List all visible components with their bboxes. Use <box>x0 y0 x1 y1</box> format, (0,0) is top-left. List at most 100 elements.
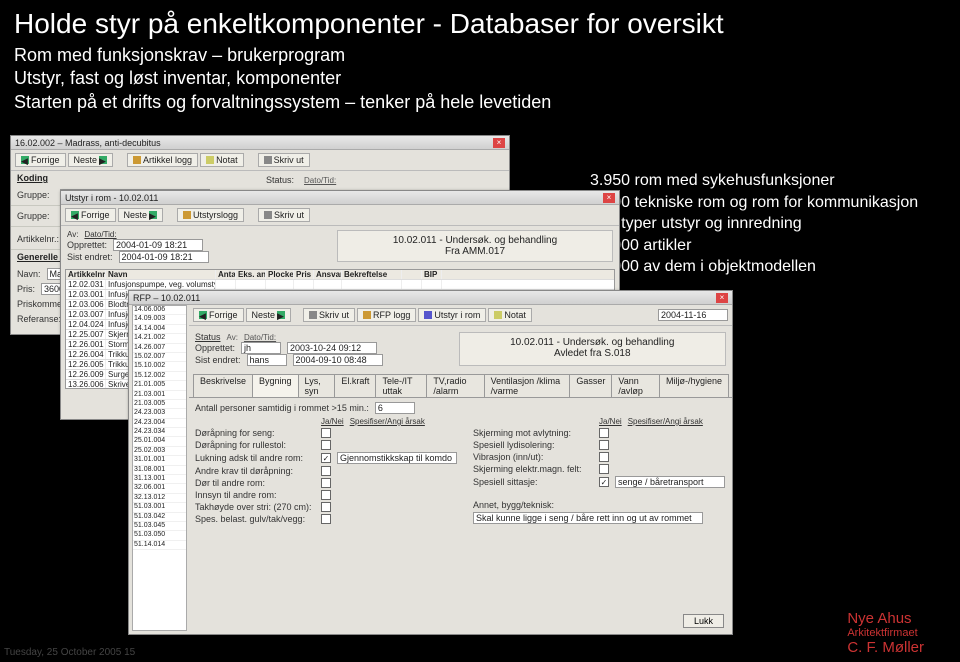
list-item[interactable]: 15.02.007 <box>133 353 186 362</box>
tab-elkraft[interactable]: El.kraft <box>334 374 376 397</box>
list-item[interactable]: 14.14.004 <box>133 325 186 334</box>
tab-gasser[interactable]: Gasser <box>569 374 612 397</box>
tab-tele[interactable]: Tele-/IT uttak <box>375 374 427 397</box>
print-button[interactable]: Skriv ut <box>258 153 310 167</box>
list-item[interactable]: 51.03.050 <box>133 531 186 540</box>
list-item[interactable]: 32.13.012 <box>133 494 186 503</box>
list-item[interactable]: 51.14.014 <box>133 541 186 550</box>
tab-vann[interactable]: Vann /avløp <box>611 374 660 397</box>
field-q5-spec[interactable]: senge / båretransport <box>615 476 725 488</box>
list-item[interactable]: 51.03.001 <box>133 503 186 512</box>
footer-branding: Nye Ahus Arkitektfirmaet C. F. Møller <box>847 611 924 656</box>
list-item[interactable]: 21.03.005 <box>133 400 186 409</box>
checkbox-q1[interactable] <box>599 428 609 438</box>
list-item[interactable]: 14.26.007 <box>133 344 186 353</box>
list-item[interactable]: 21.03.001 <box>133 391 186 400</box>
list-item[interactable]: 14.06.006 <box>133 306 186 315</box>
field-r3-spec[interactable]: Gjennomstikkskap til komdo <box>337 452 457 464</box>
list-item[interactable]: 31.08.001 <box>133 466 186 475</box>
table-row[interactable]: 12.02.031Infusjonspumpe, veg. volumstyrt <box>66 280 614 290</box>
list-item[interactable]: 51.03.045 <box>133 522 186 531</box>
label-referanse: Referanse: <box>17 314 61 324</box>
field-sist[interactable]: 2004-01-09 18:21 <box>119 251 209 263</box>
tab-bygning[interactable]: Bygning <box>252 374 299 397</box>
label-r5: Dør til andre rom: <box>195 478 315 488</box>
close-icon[interactable]: × <box>716 293 728 303</box>
label-r7: Takhøyde over stri: (270 cm): <box>195 502 315 512</box>
list-item[interactable]: 14.21.002 <box>133 334 186 343</box>
arrow-left-icon: ◀ <box>21 156 29 164</box>
checkbox-q3[interactable] <box>599 452 609 462</box>
checkbox-q2[interactable] <box>599 440 609 450</box>
label-artikkelnr: Artikkelnr.: <box>17 234 59 244</box>
tab-lys[interactable]: Lys, syn <box>298 374 336 397</box>
close-icon[interactable]: × <box>493 138 505 148</box>
notat-button[interactable]: Notat <box>488 308 532 322</box>
list-item[interactable]: 15.12.002 <box>133 372 186 381</box>
list-item[interactable]: 14.09.003 <box>133 315 186 324</box>
checkbox-r5[interactable] <box>321 478 331 488</box>
field-date[interactable]: 2004-11-16 <box>658 309 728 321</box>
field-opp-by[interactable]: jh <box>241 342 281 354</box>
prev-button[interactable]: ◀Forrige <box>65 208 116 222</box>
checkbox-r6[interactable] <box>321 490 331 500</box>
list-item[interactable]: 24.23.004 <box>133 419 186 428</box>
checkbox-r8[interactable] <box>321 514 331 524</box>
checkbox-r3[interactable]: ✓ <box>321 453 331 463</box>
tab-beskrivelse[interactable]: Beskrivelse <box>193 374 253 397</box>
subtitle-3: Starten på et drifts og forvaltningssyst… <box>14 91 946 114</box>
list-item[interactable]: 25.01.004 <box>133 437 186 446</box>
checkbox-r4[interactable] <box>321 466 331 476</box>
tab-miljo[interactable]: Miljø-/hygiene <box>659 374 729 397</box>
next-button[interactable]: Neste▶ <box>118 208 164 222</box>
article-number-list[interactable]: 14.06.00614.09.00314.14.00414.21.00214.2… <box>132 305 187 631</box>
label-spec2: Spesifiser/Angi årsak <box>628 417 703 426</box>
print-button[interactable]: Skriv ut <box>303 308 355 322</box>
label-opprettet: Opprettet: <box>67 240 107 250</box>
field-annet[interactable]: Skal kunne ligge i seng / båre rett inn … <box>473 512 703 524</box>
rfp-log-button[interactable]: RFP logg <box>357 308 416 322</box>
label-r1: Døråpning for seng: <box>195 428 315 438</box>
note-icon <box>494 311 502 319</box>
label-r8: Spes. belast. gulv/tak/vegg: <box>195 514 315 524</box>
field-sist-by[interactable]: hans <box>247 354 287 366</box>
label-pris: Pris: <box>17 284 35 294</box>
checkbox-q5[interactable]: ✓ <box>599 477 609 487</box>
article-log-button[interactable]: Artikkel logg <box>127 153 198 167</box>
prev-button[interactable]: ◀Forrige <box>15 153 66 167</box>
page-title: Holde styr på enkeltkomponenter - Databa… <box>14 8 946 40</box>
list-item[interactable]: 31.01.001 <box>133 456 186 465</box>
field-opprettet[interactable]: 2004-01-09 18:21 <box>113 239 203 251</box>
next-button[interactable]: Neste▶ <box>68 153 114 167</box>
right-info-block: 3.950 rom med sykehusfunksjoner 1.500 te… <box>590 170 920 278</box>
tabstrip: Beskrivelse Bygning Lys, syn El.kraft Te… <box>189 374 732 398</box>
prev-button[interactable]: ◀Forrige <box>193 308 244 322</box>
utstyr-log-button[interactable]: Utstyrslogg <box>177 208 244 222</box>
field-persons[interactable]: 6 <box>375 402 415 414</box>
checkbox-q4[interactable] <box>599 464 609 474</box>
checkbox-r2[interactable] <box>321 440 331 450</box>
checkbox-r7[interactable] <box>321 502 331 512</box>
tab-tv[interactable]: TV,radio /alarm <box>426 374 484 397</box>
close-button[interactable]: Lukk <box>683 614 724 628</box>
list-item[interactable]: 31.13.001 <box>133 475 186 484</box>
list-item[interactable]: 21.01.005 <box>133 381 186 390</box>
list-item[interactable]: 51.03.042 <box>133 513 186 522</box>
tab-vent[interactable]: Ventilasjon /klima /varme <box>484 374 571 397</box>
field-sist-d[interactable]: 2004-09-10 08:48 <box>293 354 383 366</box>
list-item[interactable]: 25.02.003 <box>133 447 186 456</box>
checkbox-r1[interactable] <box>321 428 331 438</box>
utstyr-button[interactable]: Utstyr i rom <box>418 308 486 322</box>
label-status: Status: <box>266 175 294 185</box>
label-janei: Ja/Nei <box>321 417 344 426</box>
arrow-right-icon: ▶ <box>99 156 107 164</box>
list-item[interactable]: 24.23.003 <box>133 409 186 418</box>
list-item[interactable]: 24.23.034 <box>133 428 186 437</box>
field-opp-d[interactable]: 2003-10-24 09:12 <box>287 342 377 354</box>
print-button[interactable]: Skriv ut <box>258 208 310 222</box>
note-button[interactable]: Notat <box>200 153 244 167</box>
next-button[interactable]: Neste▶ <box>246 308 292 322</box>
list-item[interactable]: 15.10.002 <box>133 362 186 371</box>
list-item[interactable]: 32.06.001 <box>133 484 186 493</box>
close-icon[interactable]: × <box>603 193 615 203</box>
